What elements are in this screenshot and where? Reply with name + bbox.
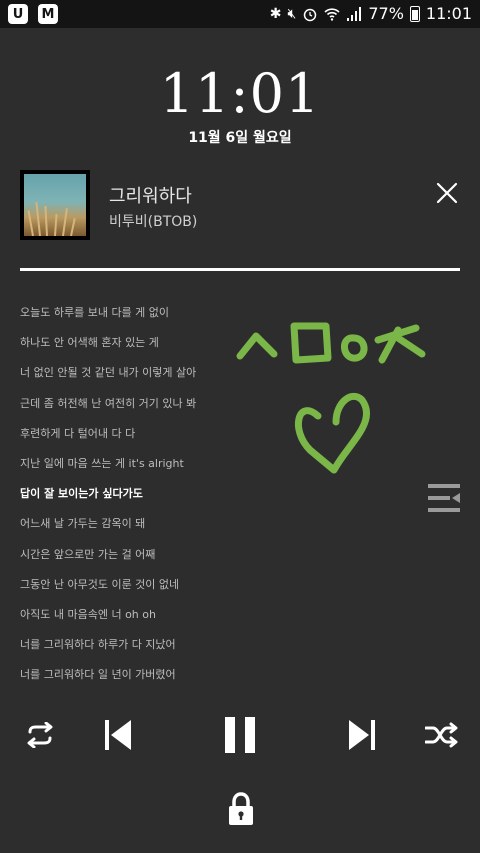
previous-icon	[105, 720, 131, 750]
mute-icon: 🔇︎	[287, 6, 297, 22]
lyric-line[interactable]: 시간은 앞으로만 가는 걸 어째	[20, 545, 400, 575]
handwritten-doodle	[236, 322, 426, 474]
lockscreen-date: 11월 6일 월요일	[188, 130, 292, 146]
shuffle-icon	[425, 722, 458, 748]
lyric-line[interactable]: 너를 그리워하다 하루가 다 지났어	[20, 635, 400, 665]
repeat-icon	[27, 722, 53, 748]
close-icon[interactable]	[432, 178, 462, 208]
lyric-line[interactable]: 아직도 내 마음속엔 너 oh oh	[20, 605, 400, 635]
repeat-button[interactable]	[18, 708, 62, 762]
playback-controls	[0, 708, 480, 762]
previous-button[interactable]	[98, 708, 138, 762]
bluetooth-icon: ✱	[269, 6, 282, 22]
signal-icon	[347, 7, 362, 21]
status-bar: U M ✱ 🔇︎ 77% 11:01	[0, 0, 480, 28]
song-title: 그리워하다	[109, 186, 192, 207]
lyric-line[interactable]: 너를 그리워하다 일 년이 가버렸어	[20, 665, 400, 695]
battery-icon	[409, 6, 420, 22]
pause-button[interactable]	[218, 708, 262, 762]
album-art-image	[24, 174, 86, 236]
pause-icon	[225, 717, 255, 753]
next-button[interactable]	[342, 708, 382, 762]
shuffle-button[interactable]	[420, 708, 464, 762]
progress-fill	[20, 268, 460, 271]
lyrics-menu-icon[interactable]	[428, 484, 462, 512]
lockscreen-clock: 11:01	[159, 62, 321, 125]
notification-app-icon: M	[38, 4, 58, 24]
lyric-line[interactable]: 그동안 난 아무것도 이룬 것이 없네	[20, 575, 400, 605]
album-art[interactable]	[20, 170, 90, 240]
wifi-icon	[324, 8, 340, 21]
progress-bar[interactable]	[20, 268, 460, 271]
lyric-line[interactable]: 어느새 날 가두는 감옥이 돼	[20, 514, 400, 544]
next-icon	[349, 720, 375, 750]
battery-percent: 77%	[368, 4, 404, 23]
alarm-icon	[304, 8, 317, 22]
song-artist: 비투비(BTOB)	[109, 214, 198, 230]
notification-app-icon: U	[8, 4, 28, 24]
current-lyric-line[interactable]: 답이 잘 보이는가 싶다가도	[20, 484, 400, 514]
lock-icon[interactable]	[226, 792, 256, 826]
status-time: 11:01	[425, 4, 472, 23]
